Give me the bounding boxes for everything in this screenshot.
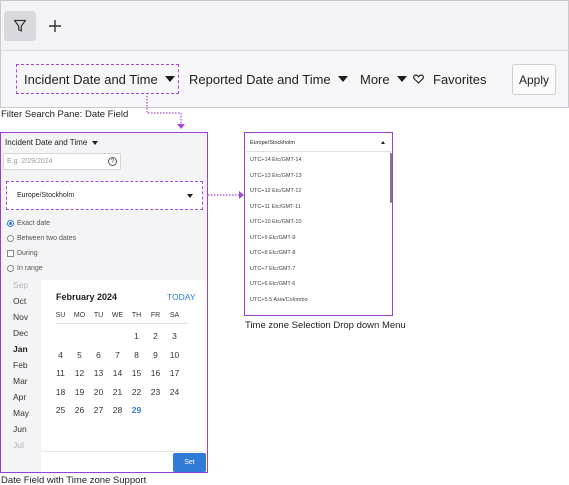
calendar-day[interactable]: 19 — [70, 387, 89, 397]
month-item[interactable]: Oct — [13, 296, 26, 306]
weekday-header: SA — [169, 312, 180, 319]
calendar-day[interactable]: 18 — [51, 387, 70, 397]
set-button[interactable]: Set — [173, 453, 206, 472]
calendar-day[interactable]: 27 — [89, 405, 108, 415]
option-between-dates[interactable]: Between two dates — [7, 235, 76, 242]
calendar-day[interactable]: 17 — [165, 368, 184, 378]
timezone-option[interactable]: UTC+9 Etc/GMT-9 — [250, 235, 295, 241]
calendar-day[interactable]: 22 — [127, 387, 146, 397]
chevron-down-icon — [187, 193, 193, 198]
timezone-option[interactable]: UTC+10 Etc/GMT-10 — [250, 219, 302, 225]
dropdown-selected: Europe/Stockholm — [250, 139, 295, 146]
option-exact-date[interactable]: Exact date — [7, 220, 50, 227]
calendar-day[interactable]: 25 — [51, 405, 70, 415]
calendar-day[interactable]: 5 — [70, 350, 89, 360]
calendar-day[interactable]: 2 — [146, 331, 165, 341]
calendar-day[interactable]: 10 — [165, 350, 184, 360]
month-item[interactable]: Apr — [13, 392, 26, 402]
calendar-day[interactable]: 23 — [146, 387, 165, 397]
checkbox-icon — [7, 250, 14, 257]
option-label: Exact date — [17, 220, 51, 227]
timezone-option[interactable]: UTC+6 Etc/GMT-6 — [250, 281, 295, 287]
timezone-dropdown: Europe/Stockholm UTC+14 Etc/GMT-14 UTC+13… — [244, 132, 393, 316]
calendar-day[interactable]: 16 — [146, 368, 165, 378]
weekday-header: TU — [93, 312, 104, 319]
date-input[interactable]: E.g. 2/29/2024 ? — [3, 153, 121, 170]
month-item[interactable]: Sep — [13, 280, 28, 290]
month-item[interactable]: Jan — [13, 344, 28, 354]
calendar-day[interactable]: 15 — [127, 368, 146, 378]
timezone-option[interactable]: UTC+13 Etc/GMT-13 — [250, 173, 302, 179]
month-item[interactable]: Jun — [13, 424, 27, 434]
chevron-up-icon — [381, 141, 385, 144]
chevron-down-icon — [92, 140, 99, 145]
calendar-day[interactable]: 9 — [146, 350, 165, 360]
option-label: Between two dates — [17, 235, 77, 242]
divider — [56, 323, 188, 324]
month-item[interactable]: Jul — [13, 440, 24, 450]
timezone-option[interactable]: UTC+5.5 Asia/Colombo — [250, 297, 308, 303]
weekday-header: MO — [73, 312, 86, 319]
weekday-header: TH — [131, 312, 142, 319]
calendar-day[interactable]: 24 — [165, 387, 184, 397]
timezone-option[interactable]: UTC+8 Etc/GMT-8 — [250, 250, 295, 256]
timezone-select[interactable]: Europe/Stockholm — [6, 181, 203, 210]
date-field-caption: Date Field with Time zone Support — [1, 475, 147, 485]
radio-icon — [7, 235, 14, 242]
calendar-day[interactable]: 14 — [108, 368, 127, 378]
calendar-day[interactable]: 26 — [70, 405, 89, 415]
calendar-day[interactable]: 28 — [108, 405, 127, 415]
calendar-day[interactable]: 6 — [89, 350, 108, 360]
option-during[interactable]: During — [7, 250, 38, 257]
timezone-option[interactable]: UTC+7 Etc/GMT-7 — [250, 266, 295, 272]
panel-header[interactable]: Incident Date and Time — [5, 138, 99, 147]
radio-icon — [7, 265, 14, 272]
panel-title: Incident Date and Time — [5, 138, 88, 147]
help-icon[interactable]: ? — [108, 157, 117, 166]
weekday-header: SU — [55, 312, 66, 319]
timezone-option[interactable]: UTC+12 Etc/GMT-12 — [250, 188, 302, 194]
calendar-day[interactable]: 29 — [127, 405, 146, 415]
date-placeholder: E.g. 2/29/2024 — [7, 158, 53, 165]
timezone-option[interactable]: UTC+14 Etc/GMT-14 — [250, 157, 302, 163]
calendar-day[interactable]: 12 — [70, 368, 89, 378]
month-item[interactable]: May — [13, 408, 29, 418]
calendar-day[interactable]: 8 — [127, 350, 146, 360]
calendar-day[interactable]: 7 — [108, 350, 127, 360]
option-label: In range — [17, 265, 43, 272]
today-button[interactable]: TODAY — [167, 292, 196, 302]
calendar-title: February 2024 — [56, 292, 118, 302]
month-scroller[interactable]: Sep Oct Nov Dec Jan Feb Mar Apr May Jun … — [1, 280, 41, 470]
month-item[interactable]: Nov — [13, 312, 28, 322]
radio-selected-icon — [7, 220, 14, 227]
weekday-header: FR — [150, 312, 161, 319]
calendar-day[interactable]: 20 — [89, 387, 108, 397]
calendar-day[interactable]: 13 — [89, 368, 108, 378]
month-item[interactable]: Dec — [13, 328, 28, 338]
date-field-panel: Incident Date and Time E.g. 2/29/2024 ? … — [0, 132, 208, 473]
calendar-day[interactable]: 1 — [127, 331, 146, 341]
tz-menu-caption: Time zone Selection Drop down Menu — [245, 320, 406, 331]
scrollbar[interactable] — [390, 153, 392, 203]
calendar-day[interactable]: 3 — [165, 331, 184, 341]
calendar-day[interactable]: 11 — [51, 368, 70, 378]
calendar: February 2024 TODAY SU MO TU WE TH FR SA 1 2 3 4 5 6… — [41, 280, 207, 451]
calendar-day[interactable]: 4 — [51, 350, 70, 360]
calendar-day[interactable]: 21 — [108, 387, 127, 397]
timezone-option[interactable]: UTC+11 Etc/GMT-11 — [250, 204, 301, 210]
dropdown-header[interactable]: Europe/Stockholm — [246, 134, 391, 152]
month-item[interactable]: Feb — [13, 360, 28, 370]
option-in-range[interactable]: In range — [7, 265, 43, 272]
weekday-header: WE — [111, 312, 124, 319]
option-label: During — [17, 250, 38, 257]
timezone-value: Europe/Stockholm — [17, 192, 75, 199]
month-item[interactable]: Mar — [13, 376, 28, 386]
